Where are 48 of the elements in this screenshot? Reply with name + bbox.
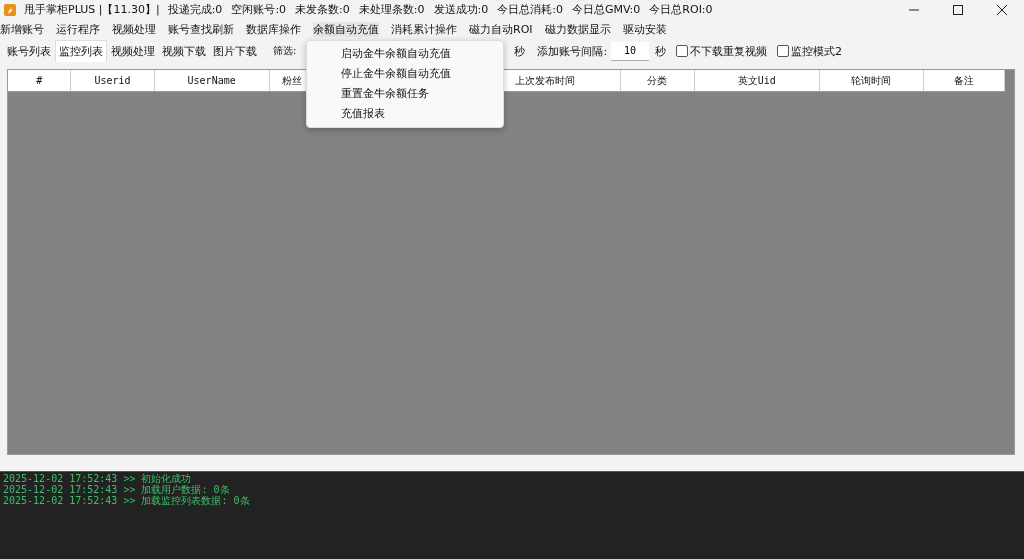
status-counter: 发送成功:0 <box>433 2 489 17</box>
column-header[interactable]: 英文Uid <box>694 70 820 91</box>
status-counter: 今日总GMV:0 <box>571 2 641 17</box>
column-header[interactable]: 分类 <box>620 70 695 91</box>
checkbox[interactable] <box>676 45 689 57</box>
filter-label: 筛选: <box>273 44 297 58</box>
menu-item[interactable]: 启动金牛余额自动充值 <box>307 44 503 64</box>
maximize-icon[interactable] <box>952 4 964 15</box>
unit-label: 秒 <box>655 43 667 59</box>
menu-item[interactable]: 充值报表 <box>307 104 503 124</box>
window-title: 甩手掌柜PLUS |【11.30】| <box>24 2 160 17</box>
status-counter: 未发条数:0 <box>295 2 350 17</box>
unit-label: 秒 <box>514 43 526 59</box>
column-header[interactable]: 备注 <box>923 70 1005 91</box>
menu-item[interactable]: 磁力自动ROI <box>469 21 533 37</box>
tab[interactable]: 图片下载 <box>210 40 260 62</box>
menu-item[interactable]: 账号查找刷新 <box>168 21 234 37</box>
menu-item[interactable]: 视频处理 <box>112 21 156 37</box>
status-counter: 投递完成:0 <box>167 2 223 17</box>
close-icon[interactable] <box>996 4 1008 15</box>
status-counter: 未处理条数:0 <box>358 2 425 17</box>
column-header[interactable]: Userid <box>71 70 155 91</box>
checkbox-label: 不下载重复视频 <box>690 43 768 59</box>
status-counter: 今日总ROI:0 <box>649 2 713 17</box>
column-header[interactable]: # <box>8 70 72 91</box>
app-logo-icon <box>4 3 16 16</box>
menu-item[interactable]: 驱动安装 <box>622 21 667 37</box>
log-line: 2025-12-02 17:52:43 >> 加载用户数据: 0条 <box>3 484 231 495</box>
interval-field[interactable]: 10 <box>611 41 650 61</box>
menu-item[interactable]: 数据库操作 <box>246 21 301 37</box>
interval-label: 添加账号间隔: <box>537 43 608 59</box>
column-header[interactable]: UserName <box>154 70 270 91</box>
status-counter: 空闲账号:0 <box>231 2 287 17</box>
log-line: 2025-12-02 17:52:43 >> 初始化成功 <box>3 473 193 484</box>
checkbox-label: 监控模式2 <box>791 43 843 59</box>
column-header[interactable]: 轮询时间 <box>819 70 924 91</box>
menu-item[interactable]: 运行程序 <box>56 21 100 37</box>
menu-item[interactable]: 消耗累计操作 <box>391 21 457 37</box>
status-counter: 今日总消耗:0 <box>497 2 563 17</box>
tab[interactable]: 账号列表 <box>4 40 54 62</box>
tab[interactable]: 监控列表 <box>55 40 107 62</box>
menu-item[interactable]: 磁力数据显示 <box>544 21 611 37</box>
menu-item[interactable]: 新增账号 <box>0 21 44 37</box>
log-line: 2025-12-02 17:52:43 >> 加载监控列表数据: 0条 <box>3 495 251 506</box>
checkbox[interactable] <box>777 45 790 57</box>
tab[interactable]: 视频下载 <box>159 40 209 62</box>
tab[interactable]: 视频处理 <box>108 40 158 62</box>
menu-item[interactable]: 余额自动充值 <box>313 21 379 37</box>
